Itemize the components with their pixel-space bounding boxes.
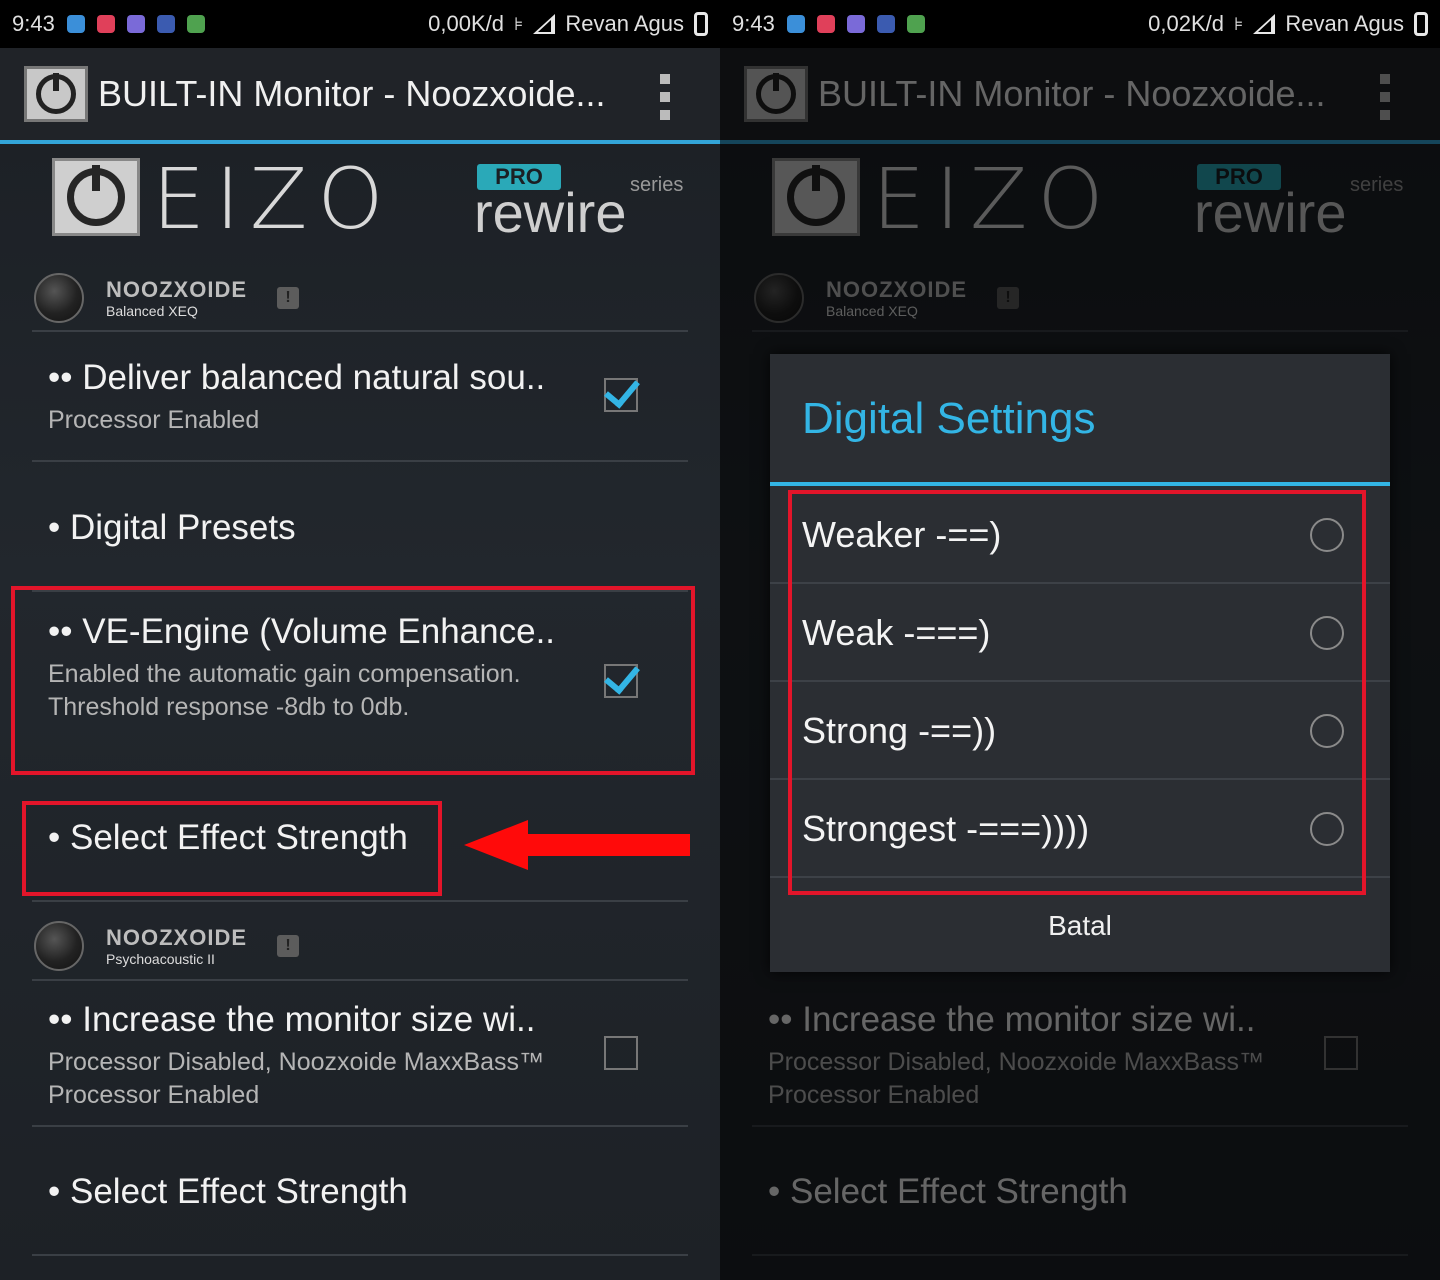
gallery-icon <box>126 15 145 33</box>
carrier-name: Revan Agus <box>1285 11 1404 36</box>
screen-left: 9:43 0,00K/d ⊧ Revan Agus BUILT-IN Monit… <box>0 0 720 1280</box>
action-bar-divider <box>0 140 720 144</box>
warning-icon: ! <box>277 935 300 957</box>
pref-title: •• Increase the monitor size wi.. <box>48 1000 536 1039</box>
pref-title: • Digital Presets <box>48 508 296 547</box>
app-logo-icon[interactable] <box>24 66 88 122</box>
banner-product: rewire <box>474 181 627 244</box>
pref-balanced-sound[interactable]: •• Deliver balanced natural sou.. Proces… <box>48 358 648 437</box>
warning-icon: ! <box>277 287 300 309</box>
divider <box>32 330 688 332</box>
status-time: 9:43 <box>732 11 775 36</box>
status-bar: 9:43 0,00K/d ⊧ Revan Agus <box>0 0 720 48</box>
category-sub: Balanced XEQ <box>106 302 198 319</box>
music-icon <box>816 15 835 33</box>
screen-right: 9:43 0,02K/d ⊧ Revan Agus BUILT-IN Monit… <box>720 0 1440 1280</box>
network-speed: 0,02K/d <box>1148 11 1224 36</box>
notification-icons <box>66 15 205 33</box>
browser-icon <box>786 15 805 33</box>
dialog-title: Digital Settings <box>802 394 1096 443</box>
banner-brand: EIZO <box>152 150 394 248</box>
banner-series: series <box>630 174 684 196</box>
divider <box>32 1125 688 1127</box>
overflow-menu-icon[interactable] <box>660 74 670 120</box>
highlight-box <box>11 586 695 775</box>
cancel-button[interactable]: Batal <box>770 890 1390 962</box>
monitor-size-checkbox[interactable] <box>604 1036 638 1070</box>
carrier-name: Revan Agus <box>565 11 684 36</box>
pref-title: •• Deliver balanced natural sou.. <box>48 358 546 397</box>
knob-icon <box>34 273 84 323</box>
status-bar: 9:43 0,02K/d ⊧ Revan Agus <box>720 0 1440 48</box>
pref-summary: Processor Disabled, Noozxoide MaxxBass™ … <box>48 1048 545 1109</box>
signal-icon <box>533 14 556 34</box>
facebook-icon <box>156 15 175 33</box>
battery-icon <box>694 12 708 36</box>
data-icon: ⊧ <box>1233 13 1244 34</box>
divider <box>32 979 688 981</box>
gallery-icon <box>846 15 865 33</box>
music-icon <box>96 15 115 33</box>
pref-digital-presets[interactable]: • Digital Presets <box>48 508 648 548</box>
divider <box>32 460 688 462</box>
status-time: 9:43 <box>12 11 55 36</box>
red-arrow-icon <box>464 820 690 870</box>
signal-icon <box>1253 14 1276 34</box>
action-bar: BUILT-IN Monitor - Noozxoide... <box>0 48 720 140</box>
network-speed: 0,00K/d <box>428 11 504 36</box>
divider <box>32 1254 688 1256</box>
pref-title: • Select Effect Strength <box>48 1172 408 1211</box>
app-icon <box>906 15 925 33</box>
knob-icon <box>34 921 84 971</box>
category-brand: NOOZXOIDE <box>106 924 248 950</box>
power-logo-icon <box>52 158 140 236</box>
data-icon: ⊧ <box>513 13 524 34</box>
category-sub: Psychoacoustic II <box>106 950 215 967</box>
pref-summary: Processor Enabled <box>48 406 260 434</box>
category-psychoacoustic: NOOZXOIDE Psychoacoustic II ! <box>34 918 694 974</box>
eizo-banner: EIZO PRO series rewire <box>52 150 692 248</box>
highlight-box <box>22 801 442 896</box>
category-balanced-xeq: NOOZXOIDE Balanced XEQ ! <box>34 270 694 326</box>
pref-select-effect-strength-2[interactable]: • Select Effect Strength <box>48 1172 648 1212</box>
app-icon <box>186 15 205 33</box>
facebook-icon <box>876 15 895 33</box>
pref-monitor-size[interactable]: •• Increase the monitor size wi.. Proces… <box>48 1000 568 1112</box>
browser-icon <box>66 15 85 33</box>
app-title: BUILT-IN Monitor - Noozxoide... <box>98 73 606 114</box>
highlight-box <box>788 490 1366 895</box>
notification-icons <box>786 15 925 33</box>
balanced-checkbox[interactable] <box>604 378 638 412</box>
category-brand: NOOZXOIDE <box>106 276 248 302</box>
divider <box>32 900 688 902</box>
battery-icon <box>1414 12 1428 36</box>
